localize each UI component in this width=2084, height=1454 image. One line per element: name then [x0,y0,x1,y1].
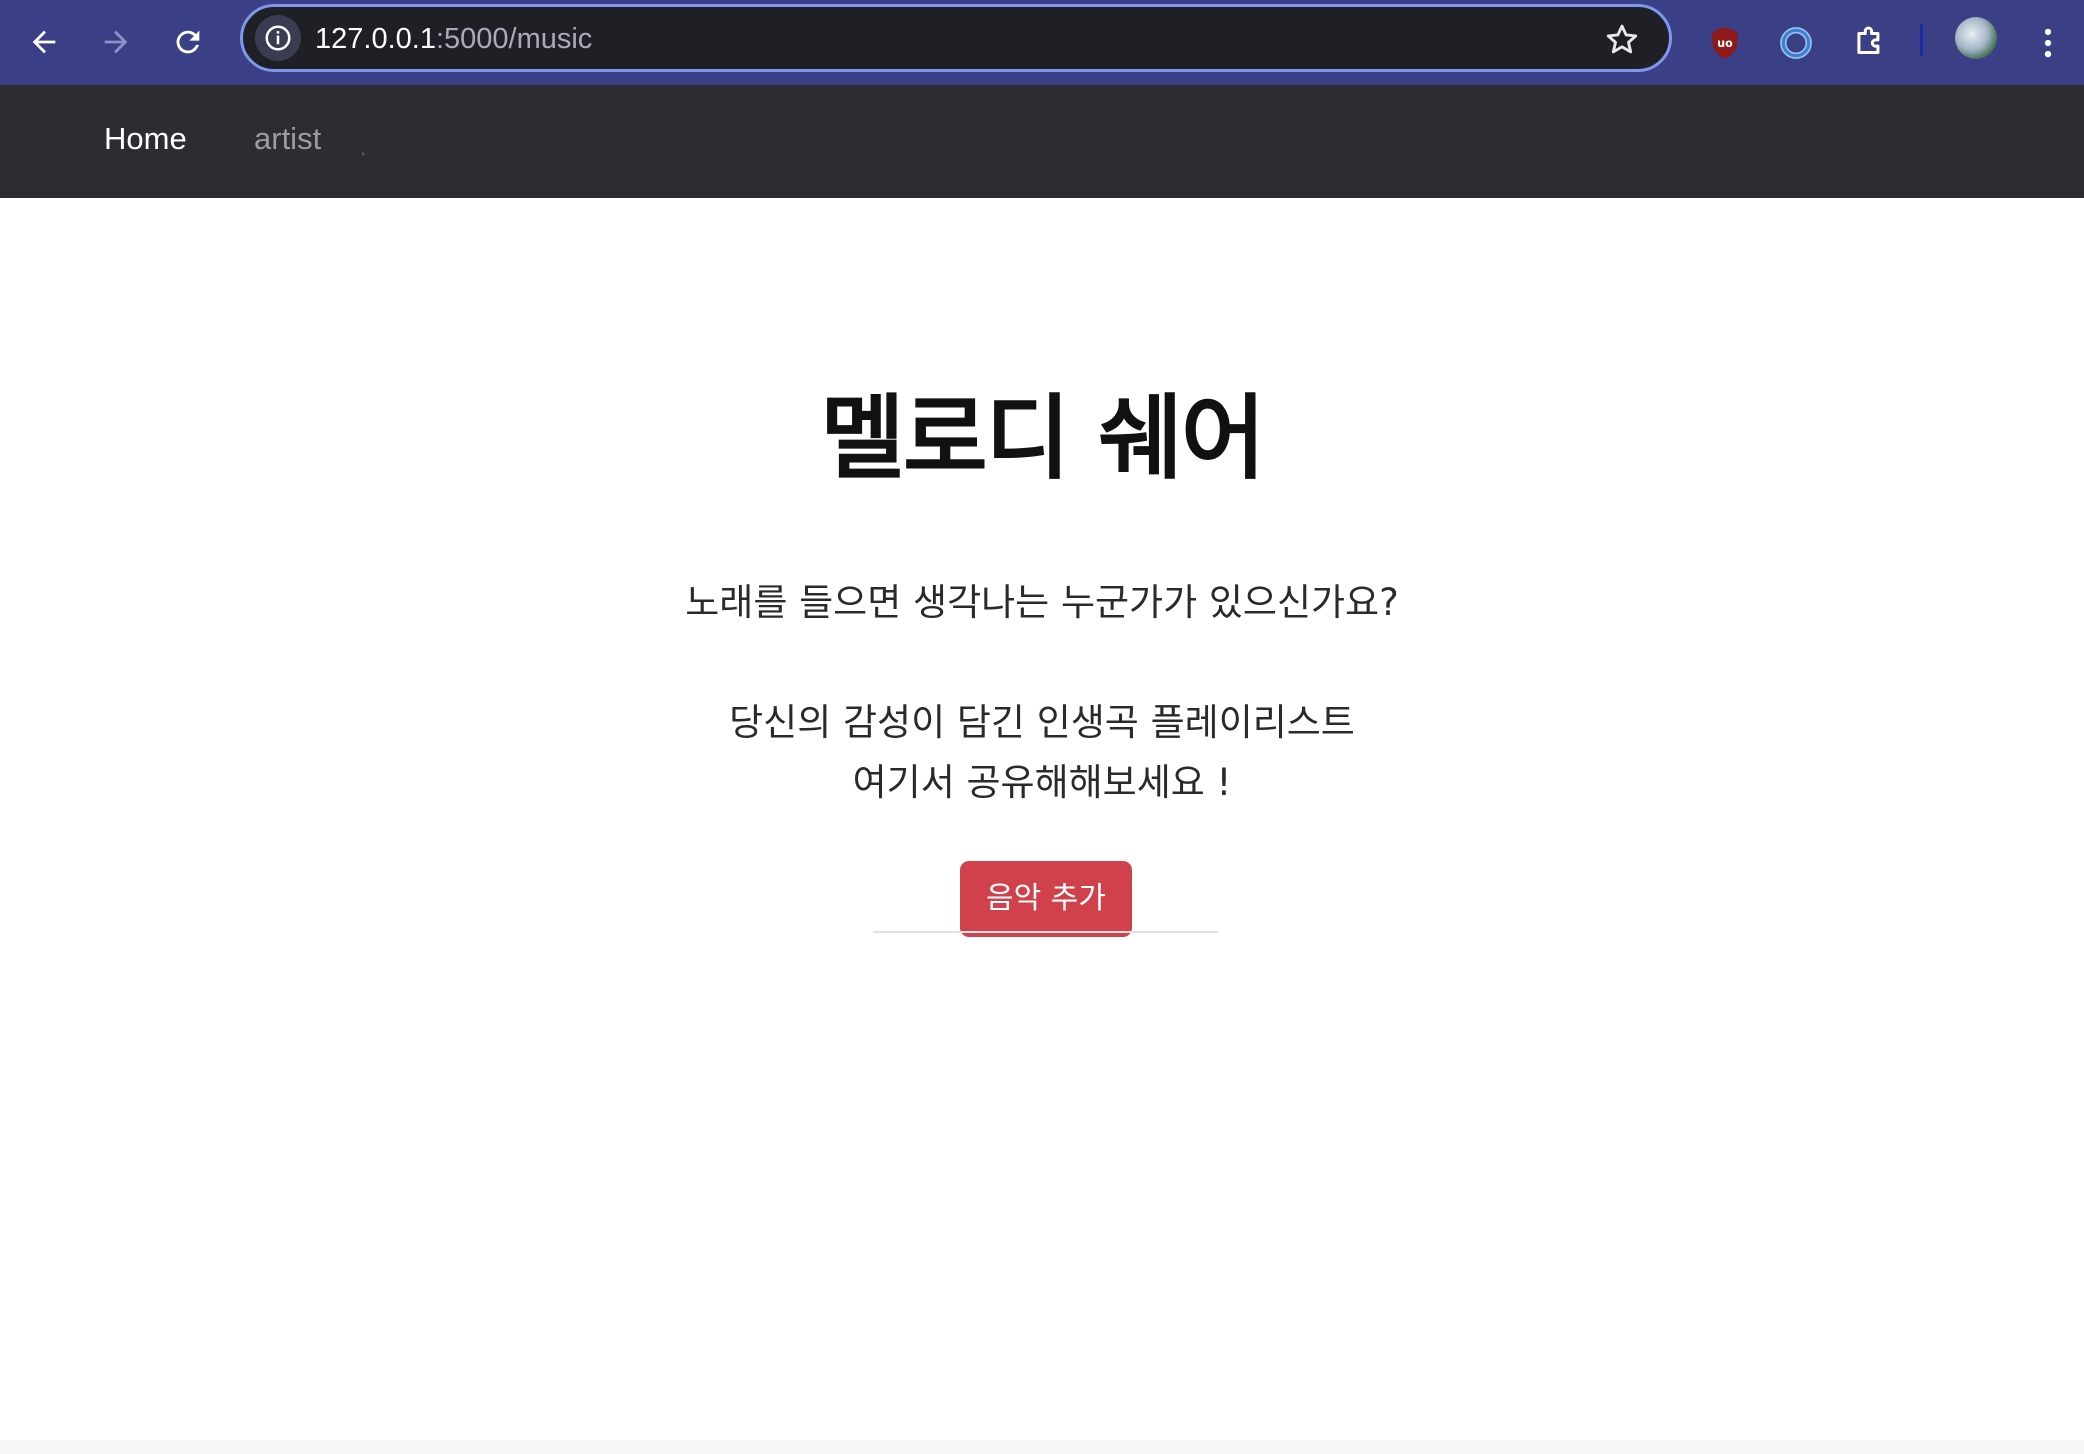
extensions-button[interactable] [1840,13,1900,73]
url-text[interactable]: 127.0.0.1:5000/music [315,21,592,57]
page-bottom-edge [0,1440,2084,1454]
back-button[interactable] [12,10,76,74]
ublock-extension-button[interactable]: uo [1695,13,1755,73]
arrow-right-icon [104,30,128,54]
arrow-left-icon [32,30,56,54]
nav-dot: . [360,135,367,160]
site-navbar: Home artist . [0,85,2084,198]
ring-extension-button[interactable] [1766,13,1826,73]
hero-subtitle-line1: 당신의 감성이 담긴 인생곡 플레이리스트 [729,701,1355,744]
puzzle-icon [1857,26,1880,55]
page-title: 멜로디 쉐어 [820,385,1265,492]
reload-icon [176,30,200,54]
hero-question: 노래를 들으면 생각나는 누군가가 있으신가요? [685,581,1399,624]
shield-icon: uo [1712,27,1738,59]
hero-subtitle-line2: 여기서 공유해해보세요 ! [852,761,1232,804]
svg-text:uo: uo [1717,37,1733,50]
toolbar-separator [1920,24,1923,56]
reload-button[interactable] [156,10,220,74]
kebab-menu-icon [2044,28,2052,58]
avatar[interactable] [1955,17,1997,59]
browser-toolbar: 127.0.0.1:5000/music uo [0,0,2084,85]
forward-button[interactable] [84,10,148,74]
url-path: :5000/music [435,23,593,55]
star-icon[interactable] [1603,21,1641,59]
site-info-button[interactable] [255,15,301,61]
nav-home-link[interactable]: Home [104,121,187,157]
info-icon [265,25,291,51]
address-bar[interactable]: 127.0.0.1:5000/music [240,4,1672,72]
add-music-button[interactable]: 음악 추가 [960,861,1132,937]
nav-artist-link[interactable]: artist [254,121,321,157]
ring-icon [1780,27,1812,59]
url-host: 127.0.0.1 [315,23,436,55]
section-divider [873,931,1218,933]
browser-menu-button[interactable] [2018,13,2078,73]
